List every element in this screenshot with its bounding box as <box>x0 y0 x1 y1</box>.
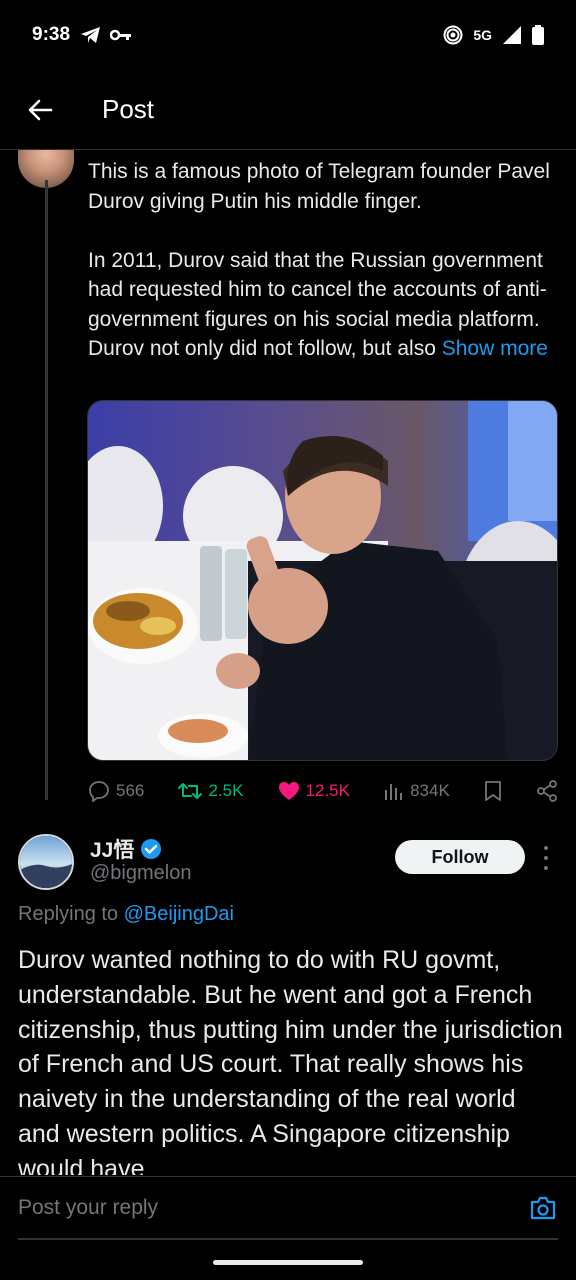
telegram-icon <box>81 27 101 43</box>
tweet-actions: 566 2.5K 12.5K 834K <box>88 775 558 807</box>
arrow-left-icon <box>28 99 53 120</box>
replying-mention[interactable]: @BeijingDai <box>124 903 234 925</box>
reply-icon <box>89 781 109 802</box>
views-action[interactable]: 834K <box>384 781 450 801</box>
tweet-photo[interactable] <box>87 400 558 761</box>
reply-count: 566 <box>116 781 145 800</box>
show-more-link[interactable]: Show more <box>442 337 548 360</box>
reply-input[interactable]: Post your reply <box>18 1196 528 1220</box>
reply-name-row: JJ悟 <box>90 834 162 864</box>
like-count: 12.5K <box>305 781 350 800</box>
bookmark-action[interactable] <box>484 780 502 802</box>
views-count: 834K <box>410 781 450 800</box>
bookmark-icon <box>484 781 501 801</box>
home-gesture-handle[interactable] <box>213 1260 363 1265</box>
battery-icon <box>532 25 544 45</box>
tweet-body: This is a famous photo of Telegram found… <box>88 160 550 360</box>
more-options-button[interactable] <box>536 846 556 870</box>
repost-count: 2.5K <box>208 781 244 800</box>
heart-icon <box>278 782 299 800</box>
dot-icon <box>544 856 548 860</box>
follow-button[interactable]: Follow <box>395 840 525 874</box>
views-icon <box>385 784 403 800</box>
status-bar: 9:38 5G <box>0 0 576 70</box>
dot-icon <box>544 866 548 870</box>
share-icon <box>537 780 557 802</box>
reply-action[interactable]: 566 <box>88 780 144 802</box>
key-icon <box>110 29 132 41</box>
reply-avatar[interactable] <box>18 834 74 890</box>
page-title: Post <box>102 94 155 124</box>
display-name[interactable]: JJ悟 <box>90 834 134 864</box>
user-handle[interactable]: @bigmelon <box>90 862 191 885</box>
repost-action[interactable]: 2.5K <box>178 781 243 801</box>
repost-icon <box>178 783 203 799</box>
back-button[interactable] <box>0 70 80 150</box>
tweet-text: This is a famous photo of Telegram found… <box>88 157 558 364</box>
like-action[interactable]: 12.5K <box>278 781 350 801</box>
dot-icon <box>544 846 548 850</box>
replying-prefix: Replying to <box>18 903 119 925</box>
hotspot-icon <box>443 25 463 45</box>
thread-line <box>45 180 48 800</box>
camera-icon <box>530 1196 556 1219</box>
reply-text: Durov wanted nothing to do with RU govmt… <box>18 946 563 1175</box>
photo-image <box>88 401 557 760</box>
camera-button[interactable] <box>528 1193 558 1223</box>
network-label: 5G <box>473 27 492 43</box>
verified-badge-icon <box>141 839 162 859</box>
replying-to: Replying to @BeijingDai <box>18 903 234 926</box>
share-action[interactable] <box>536 780 558 802</box>
status-time: 9:38 <box>32 24 71 45</box>
signal-icon <box>503 26 521 44</box>
avatar-image <box>20 836 72 888</box>
reply-composer: Post your reply <box>0 1176 576 1238</box>
post-header: Post <box>0 70 576 150</box>
system-nav-bar <box>0 1240 576 1280</box>
